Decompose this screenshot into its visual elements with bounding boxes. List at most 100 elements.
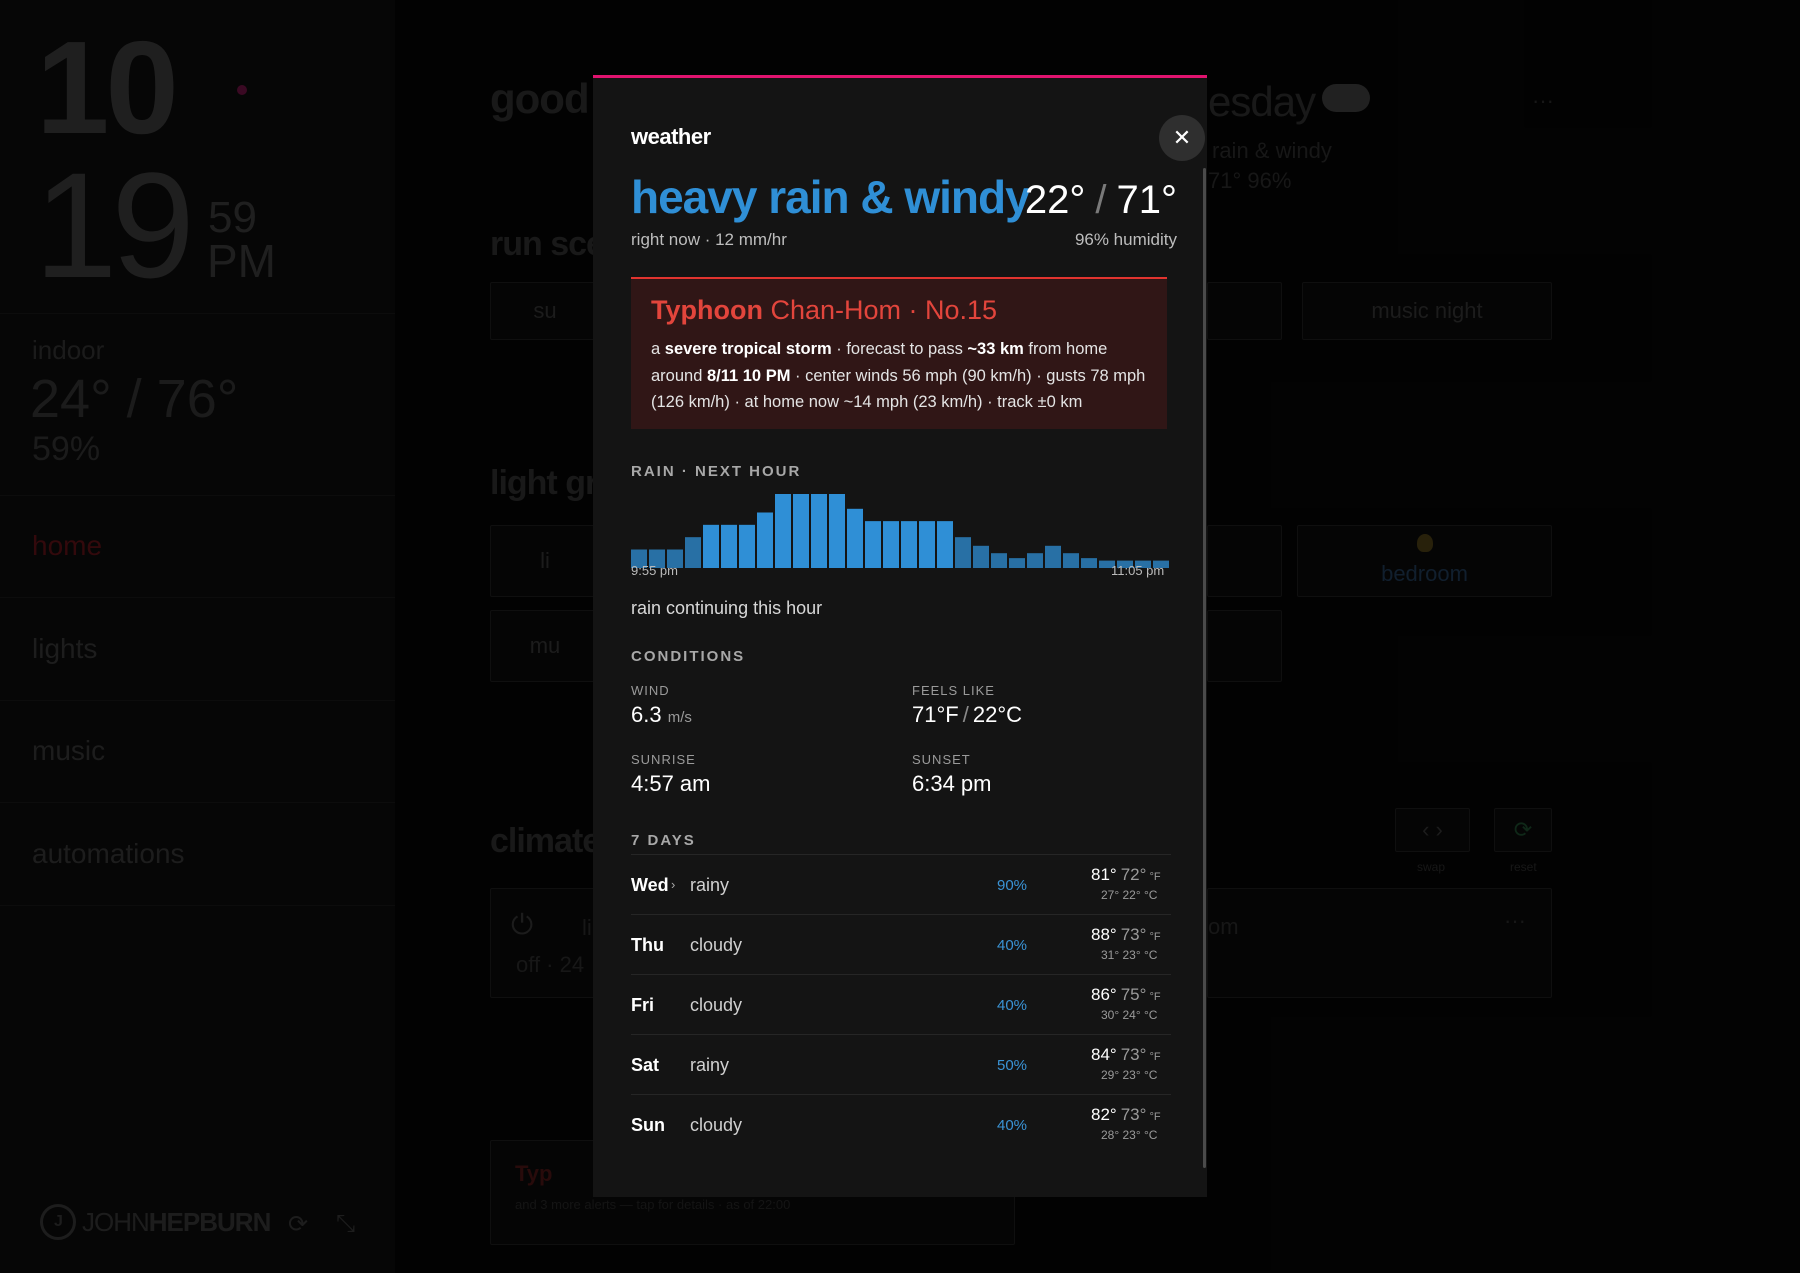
- feels-c: 22°C: [972, 702, 1022, 727]
- rain-bar: [1045, 545, 1061, 568]
- day-temps-c: 29° 23° °C: [1101, 1068, 1158, 1082]
- day-precip: 90%: [997, 877, 1028, 894]
- forecast-row[interactable]: Fri cloudy 40% 86° 75° °F 30° 24° °C: [631, 974, 1171, 1034]
- wind-number: 6.3: [631, 702, 662, 727]
- day-high: 84°: [1091, 1045, 1117, 1064]
- rain-bar: [721, 524, 737, 568]
- modal-title: weather: [631, 124, 711, 149]
- alert-body: a severe tropical storm · forecast to pa…: [651, 336, 1147, 416]
- day-temps-f: 81° 72° °F: [1091, 865, 1161, 885]
- wind-unit: m/s: [667, 709, 692, 726]
- rain-bar: [829, 494, 845, 568]
- rain-bar: [1027, 553, 1043, 568]
- rain-bar: [811, 494, 827, 568]
- rain-bar: [793, 494, 809, 568]
- forecast-row[interactable]: Sun cloudy 40% 82° 73° °F 28° 23° °C: [631, 1094, 1171, 1154]
- day-name: Fri: [631, 995, 655, 1015]
- day-unit: °F: [1149, 931, 1161, 943]
- day-high: 82°: [1091, 1105, 1117, 1124]
- rain-bar: [901, 521, 917, 568]
- conditions-label: CONDITIONS: [631, 648, 746, 665]
- sunrise-value: 4:57 am: [631, 771, 711, 796]
- rain-section-label: RAIN · NEXT HOUR: [631, 463, 802, 480]
- sunset-value: 6:34 pm: [912, 771, 992, 796]
- day-high: 88°: [1091, 925, 1117, 944]
- seven-days-label: 7 DAYS: [631, 832, 696, 849]
- close-icon: ✕: [1172, 125, 1192, 150]
- close-button[interactable]: ✕: [1159, 115, 1205, 161]
- wind-value: 6.3 m/s: [631, 702, 692, 728]
- rain-note: rain continuing this hour: [631, 598, 823, 618]
- day-precip: 40%: [997, 1117, 1028, 1134]
- rain-bar: [991, 553, 1007, 568]
- day-unit: °F: [1149, 1051, 1161, 1063]
- rain-bar: [757, 512, 773, 568]
- chevron-right-icon: ›: [671, 877, 676, 892]
- rain-bar: [703, 524, 719, 568]
- day-temps-f: 86° 75° °F: [1091, 985, 1161, 1005]
- forecast-row[interactable]: Sat rainy 50% 84° 73° °F 29° 23° °C: [631, 1034, 1171, 1094]
- day-low: 75°: [1120, 985, 1147, 1004]
- day-high: 81°: [1091, 865, 1117, 884]
- day-temps-c: 27° 22° °C: [1101, 888, 1158, 902]
- day-high: 86°: [1091, 985, 1117, 1004]
- day-temps-c: 31° 23° °C: [1101, 948, 1158, 962]
- day-unit: °F: [1149, 1111, 1161, 1123]
- forecast-row[interactable]: Thu cloudy 40% 88° 73° °F 31° 23° °C: [631, 914, 1171, 974]
- modal-content: weather ✕ heavy rain & windy 22°/71° rig…: [631, 78, 1206, 1197]
- day-temps-c: 30° 24° °C: [1101, 1008, 1158, 1022]
- rain-bar: [1081, 558, 1097, 568]
- rain-bar: [1009, 558, 1025, 568]
- rain-bar: [883, 521, 899, 568]
- day-temps-f: 84° 73° °F: [1091, 1045, 1161, 1065]
- now-detail: right now · 12 mm/hr: [631, 230, 787, 249]
- rain-bar: [847, 508, 863, 568]
- feels-f: 71°F: [912, 702, 959, 727]
- alert-bold: severe tropical storm: [664, 340, 832, 358]
- day-temps-c: 28° 23° °C: [1101, 1128, 1158, 1142]
- forecast-row[interactable]: Wed › rainy 90% 81° 72° °F 27° 22° °C: [631, 854, 1171, 914]
- day-condition: cloudy: [690, 1115, 743, 1135]
- rain-bar: [775, 494, 791, 568]
- typhoon-alert[interactable]: Typhoon Chan-Hom · No.15 a severe tropic…: [631, 277, 1167, 429]
- day-low: 73°: [1120, 925, 1147, 944]
- rain-chart: [631, 494, 1169, 568]
- rain-bar: [685, 537, 701, 568]
- rain-bar: [865, 521, 881, 568]
- day-name: Sat: [631, 1055, 660, 1075]
- day-precip: 40%: [997, 997, 1028, 1014]
- scrollbar[interactable]: [1203, 168, 1206, 1168]
- alert-kind: Typhoon: [651, 295, 763, 325]
- rain-bar: [973, 545, 989, 568]
- rain-bar: [937, 521, 953, 568]
- day-unit: °F: [1149, 991, 1161, 1003]
- temp-fahrenheit: 71°: [1116, 178, 1178, 222]
- day-precip: 40%: [997, 937, 1028, 954]
- rain-start-time: 9:55 pm: [631, 563, 678, 578]
- day-name: Thu: [631, 935, 664, 955]
- day-condition: rainy: [690, 1055, 730, 1075]
- day-low: 72°: [1120, 865, 1147, 884]
- humidity: 96% humidity: [1074, 230, 1177, 249]
- feels-value: 71°F/22°C: [912, 702, 1022, 727]
- current-temp: 22°/71°: [1024, 178, 1178, 222]
- current-condition: heavy rain & windy: [631, 171, 1031, 223]
- feels-label: FEELS LIKE: [912, 683, 995, 698]
- alert-bold: 8/11 10 PM: [706, 366, 791, 385]
- day-low: 73°: [1120, 1105, 1147, 1124]
- alert-text: · forecast to pass: [831, 340, 968, 358]
- weather-modal: weather ✕ heavy rain & windy 22°/71° rig…: [593, 75, 1207, 1197]
- sunset-label: SUNSET: [912, 752, 971, 767]
- alert-title: Typhoon Chan-Hom · No.15: [651, 295, 1147, 326]
- alert-text: a: [651, 340, 665, 358]
- alert-bold: ~33 km: [967, 340, 1024, 358]
- rain-bar: [955, 537, 971, 568]
- rain-end-time: 11:05 pm: [1111, 563, 1165, 578]
- day-condition: cloudy: [690, 935, 743, 955]
- temp-celsius: 22°: [1024, 178, 1086, 222]
- day-name: Sun: [631, 1115, 665, 1135]
- day-unit: °F: [1149, 871, 1161, 883]
- app-root: 10 19 59 PM indoor 24° / 76° 59% home li…: [0, 0, 1800, 1273]
- day-temps-f: 88° 73° °F: [1091, 925, 1161, 945]
- day-temps-f: 82° 73° °F: [1091, 1105, 1161, 1125]
